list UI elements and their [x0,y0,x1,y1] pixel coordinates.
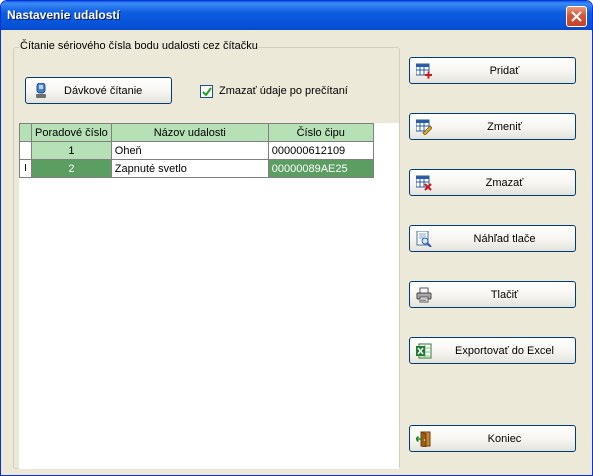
events-table: Poradové číslo Názov udalosti Číslo čipu… [19,123,374,178]
export-excel-button[interactable]: Exportovať do Excel [409,337,576,364]
export-excel-label: Exportovať do Excel [455,345,554,357]
table-edit-icon [415,119,433,136]
batch-read-label: Dávkové čítanie [64,85,143,97]
exit-door-icon [414,431,432,448]
delete-button[interactable]: Zmazať [409,169,576,196]
dialog-client: Čítanie sériového čísla bodu udalosti ce… [4,30,589,472]
cell-chip[interactable]: 000000612109 [267,141,374,160]
cell-chip[interactable]: 00000089AE25 [267,159,374,178]
table-add-icon [415,63,432,79]
clear-after-read-label: Zmazať údaje po prečítaní [219,85,348,97]
column-header-name[interactable]: Názov udalosti [110,123,269,142]
column-header-order[interactable]: Poradové číslo [31,123,112,142]
excel-icon [416,343,432,359]
row-selector-header[interactable] [19,123,32,142]
print-preview-icon [416,230,432,248]
exit-button[interactable]: Koniec [409,425,576,452]
exit-label: Koniec [487,433,522,445]
close-icon [571,11,582,22]
print-label: Tlačiť [490,289,519,301]
printer-icon [416,287,432,303]
cell-order[interactable]: 1 [31,141,112,160]
groupbox-label: Čítanie sériového čísla bodu udalosti ce… [19,40,259,52]
reader-icon [34,82,48,102]
events-grid[interactable]: Poradové číslo Názov udalosti Číslo čipu… [19,123,399,469]
grid-header-row: Poradové číslo Názov udalosti Číslo čipu [19,123,374,142]
edit-label: Zmeniť [487,121,522,133]
close-button[interactable] [566,6,587,27]
clear-after-read-checkbox[interactable] [200,85,213,98]
add-label: Pridať [489,65,520,77]
row-selector[interactable]: I [19,159,32,178]
delete-label: Zmazať [485,177,524,189]
print-preview-button[interactable]: Náhľad tlače [409,225,576,252]
cell-order[interactable]: 2 [31,159,112,178]
checkmark-icon [202,87,212,97]
batch-read-button[interactable]: Dávkové čítanie [25,77,172,104]
table-delete-icon [415,175,432,191]
cell-name[interactable]: Oheň [110,141,269,160]
table-row[interactable]: I 2 Zapnuté svetlo 00000089AE25 [19,159,374,178]
add-button[interactable]: Pridať [409,57,576,84]
print-preview-label: Náhľad tlače [473,233,536,245]
row-selector[interactable] [19,141,32,160]
column-header-chip[interactable]: Číslo čipu [267,123,374,142]
print-button[interactable]: Tlačiť [409,281,576,308]
window-title: Nastavenie udalostí [7,8,120,22]
cell-name[interactable]: Zapnuté svetlo [110,159,269,178]
table-row[interactable]: 1 Oheň 000000612109 [19,141,374,160]
dialog-window: Nastavenie udalostí Čítanie sériového čí… [0,0,593,476]
title-bar[interactable]: Nastavenie udalostí [1,1,592,30]
edit-button[interactable]: Zmeniť [409,113,576,140]
